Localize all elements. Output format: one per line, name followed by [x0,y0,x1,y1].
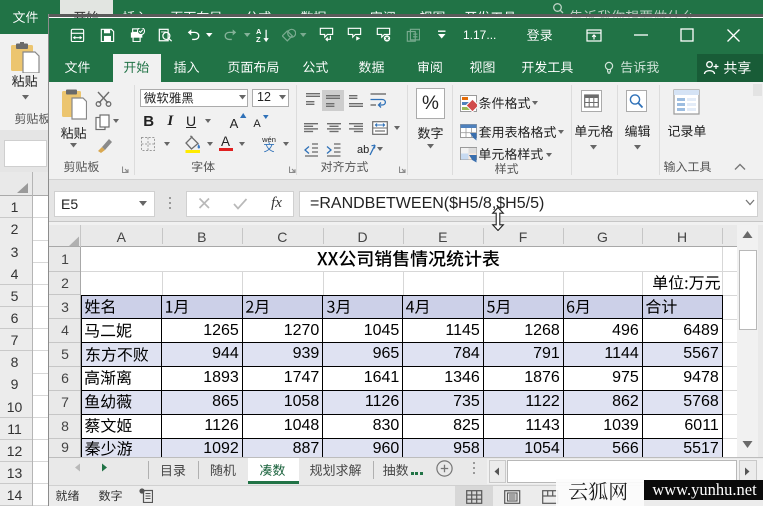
svg-text:ab: ab [357,144,369,156]
svg-text:Z: Z [256,35,261,43]
